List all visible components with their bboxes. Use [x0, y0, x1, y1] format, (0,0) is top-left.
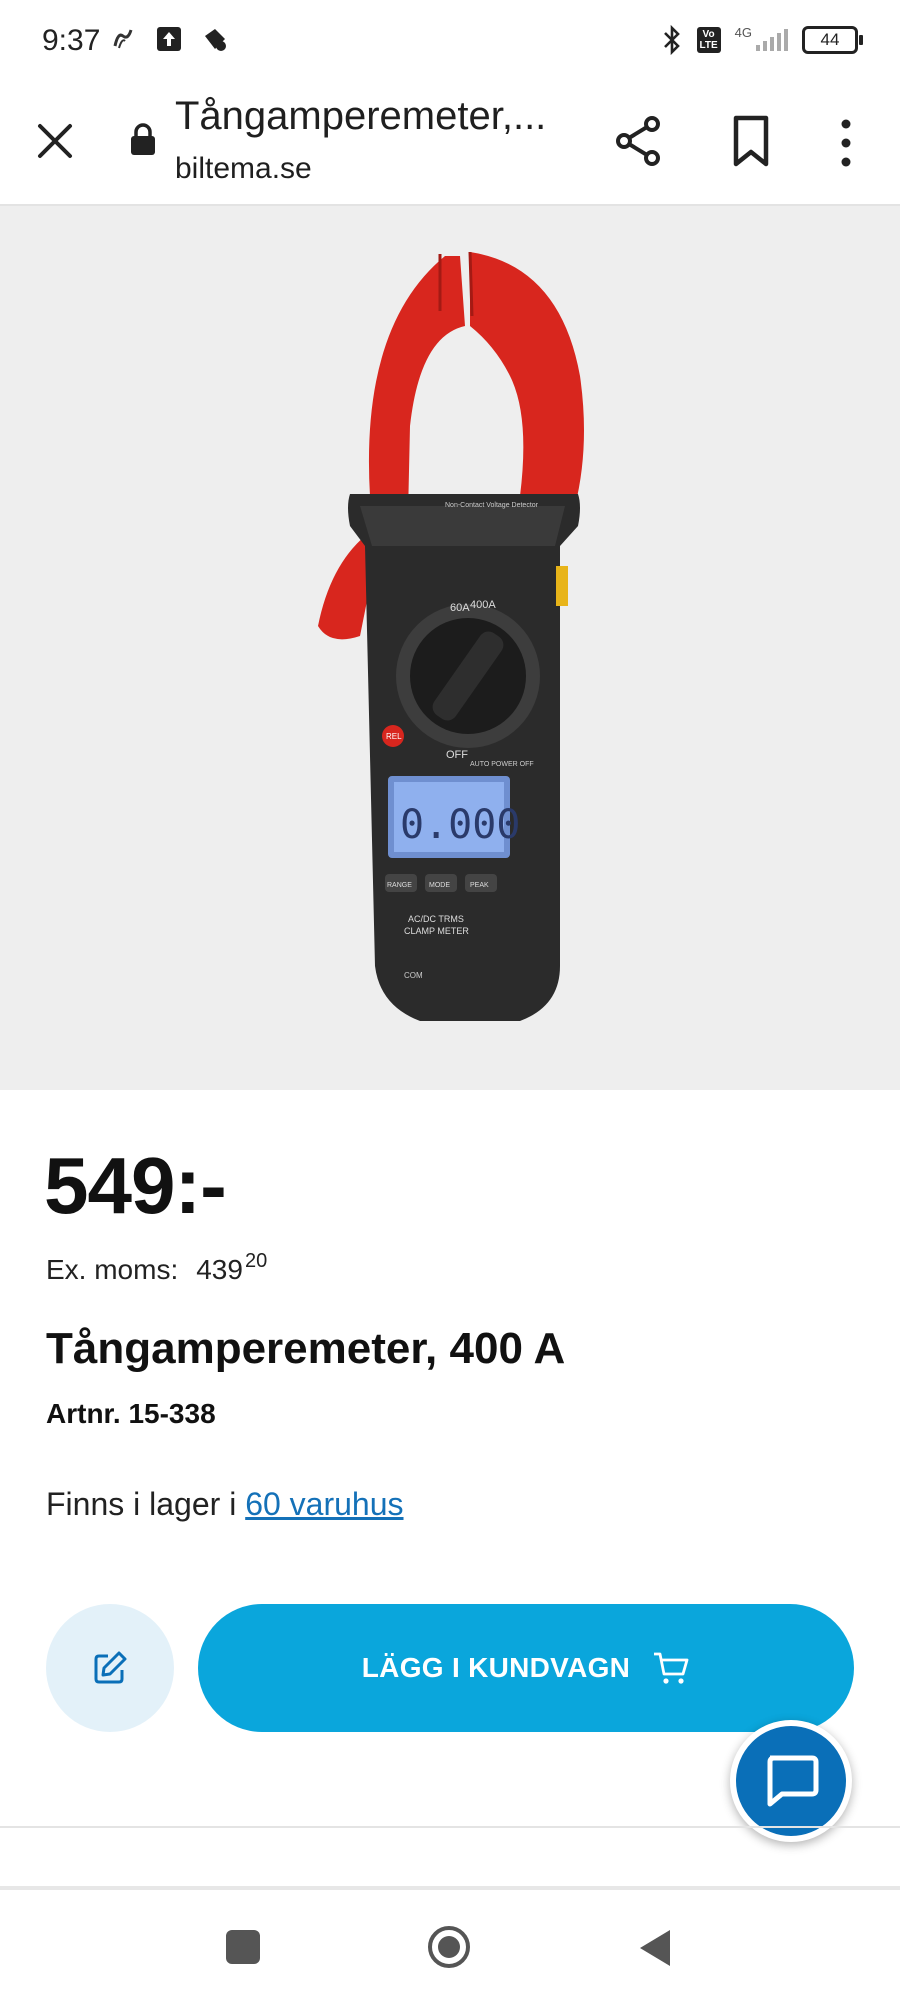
rel-button-label: REL: [386, 732, 402, 741]
bookmark-button[interactable]: [724, 112, 778, 170]
chat-icon: [767, 1755, 819, 1807]
share-icon: [616, 116, 660, 166]
system-navigation-bar: [0, 1890, 900, 2000]
dial-60a-label: 60A: [450, 602, 470, 614]
mode-button-label: MODE: [429, 882, 450, 889]
lock-icon[interactable]: [128, 122, 158, 156]
divider: [0, 1826, 900, 1828]
stock-prefix: Finns i lager i: [46, 1486, 246, 1522]
url-domain[interactable]: biltema.se: [175, 152, 312, 186]
ex-vat-cents: 20: [244, 1250, 268, 1272]
home-button[interactable]: [426, 1924, 472, 1970]
bookmark-icon: [733, 115, 769, 167]
battery-indicator: 44: [802, 26, 863, 54]
dial-400a-label: 400A: [470, 599, 496, 611]
network-type: 4G: [734, 25, 752, 40]
signal-icon: [756, 29, 788, 51]
page-title[interactable]: Tångamperemeter,...: [175, 94, 546, 139]
model-line-1: AC/DC TRMS: [408, 914, 464, 924]
system-icons: Vo LTE 4G 44: [661, 24, 863, 56]
close-tab-button[interactable]: [30, 116, 80, 166]
clamp-meter-image[interactable]: Non-Contact Voltage Detector 60A 400A RE…: [0, 206, 900, 1090]
status-time: 9:37: [42, 24, 101, 57]
chat-button[interactable]: [730, 1720, 852, 1842]
notification-icons: [110, 26, 228, 52]
close-icon: [38, 124, 72, 158]
browser-toolbar: Tångamperemeter,... biltema.se: [0, 86, 900, 206]
model-line-2: CLAMP METER: [404, 926, 469, 936]
more-vertical-icon: [841, 119, 851, 167]
edit-icon: [94, 1651, 127, 1684]
status-bar: 9:37 Vo LTE 4G 44: [0, 0, 900, 86]
bluetooth-icon: [663, 24, 680, 56]
product-image-area[interactable]: Non-Contact Voltage Detector 60A 400A RE…: [0, 206, 900, 1090]
add-to-cart-button[interactable]: LÄGG I KUNDVAGN: [198, 1604, 854, 1732]
vibration-icon: [113, 29, 133, 49]
ex-vat-value: 439: [196, 1254, 243, 1285]
peak-button-label: PEAK: [470, 882, 489, 889]
app-notification-icon: [205, 29, 226, 51]
clamp-label: Non-Contact Voltage Detector: [445, 502, 539, 509]
overflow-menu-button[interactable]: [826, 116, 866, 170]
range-button-label: RANGE: [387, 882, 412, 889]
volte-badge: Vo LTE: [696, 27, 721, 53]
display-value: 0.000: [400, 802, 520, 848]
stock-status: Finns i lager i 60 varuhus: [46, 1486, 404, 1523]
stores-link[interactable]: 60 varuhus: [245, 1486, 403, 1522]
recents-button[interactable]: [226, 1930, 260, 1964]
upload-icon: [157, 27, 181, 51]
auto-power-off-label: AUTO POWER OFF: [470, 761, 534, 768]
off-label: OFF: [446, 749, 468, 761]
share-button[interactable]: [612, 114, 666, 168]
cart-icon: [654, 1652, 689, 1684]
back-button[interactable]: [636, 1926, 676, 1970]
price: 549:-: [44, 1141, 227, 1230]
com-label: COM: [404, 971, 423, 980]
article-number: Artnr. 15-338: [46, 1398, 216, 1429]
ex-vat-label: Ex. moms:: [46, 1254, 179, 1285]
price-ex-vat: Ex. moms: 439 20: [46, 1250, 267, 1286]
signal-indicator: 4G: [734, 25, 788, 53]
product-title: Tångamperemeter, 400 A: [46, 1324, 566, 1373]
edit-note-button[interactable]: [46, 1604, 174, 1732]
add-to-cart-label: LÄGG I KUNDVAGN: [361, 1652, 631, 1683]
